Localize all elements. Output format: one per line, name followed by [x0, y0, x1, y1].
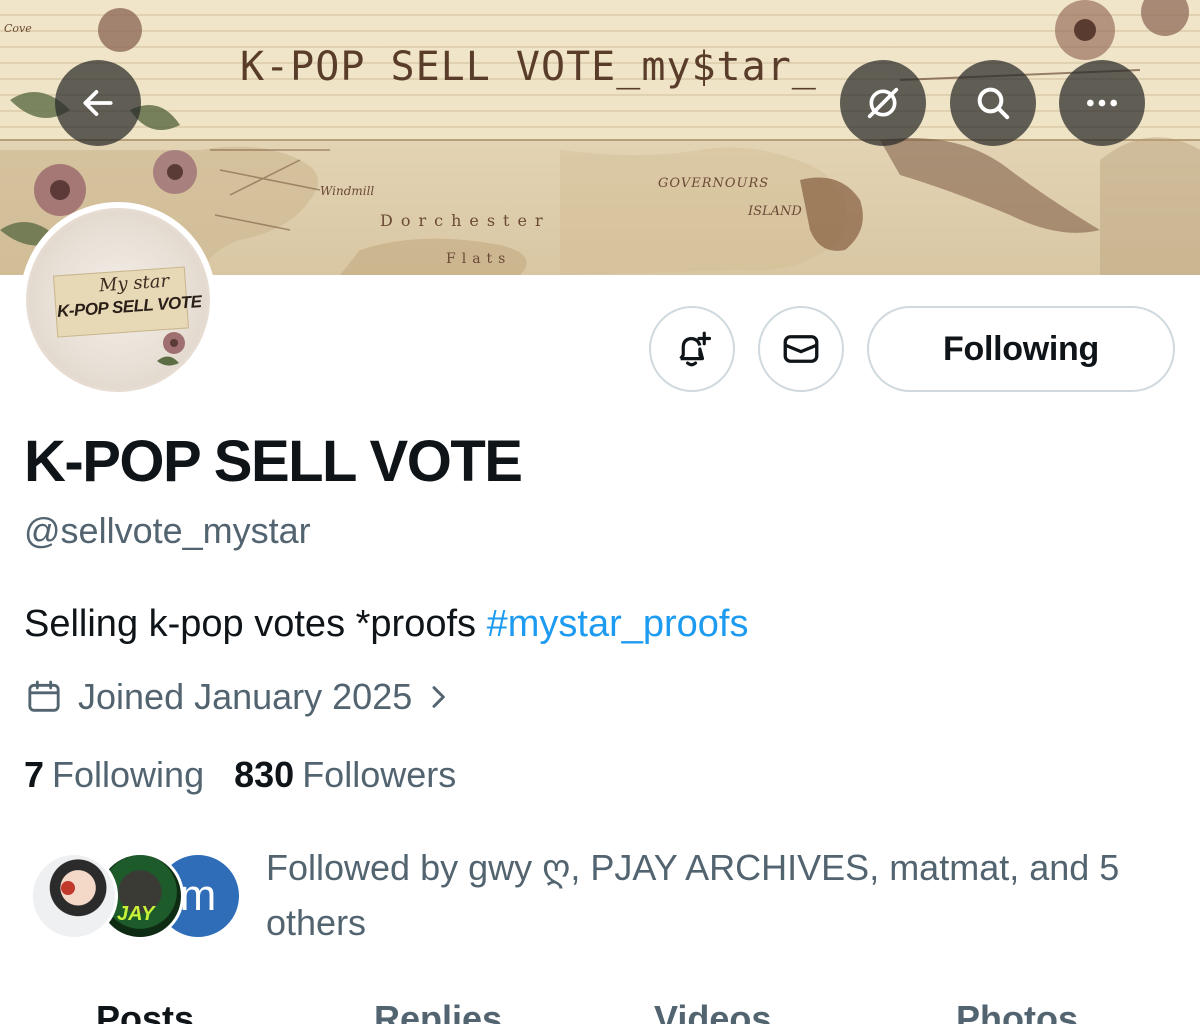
following-button[interactable]: Following — [867, 306, 1175, 392]
grok-icon — [867, 87, 899, 119]
envelope-icon — [783, 335, 819, 363]
notifications-button[interactable] — [649, 306, 735, 392]
bio-hashtag-link[interactable]: #mystar_proofs — [487, 603, 749, 645]
search-icon — [977, 87, 1010, 120]
profile-bio: Selling k-pop votes *proofs #mystar_proo… — [24, 603, 748, 646]
map-label-dorchester: Dorchester — [380, 211, 551, 230]
calendar-icon — [28, 680, 60, 712]
followers-stat[interactable]: 830 Followers — [234, 754, 456, 796]
arrow-left-icon — [83, 90, 113, 116]
tab-posts[interactable]: Posts — [96, 998, 194, 1024]
chevron-right-icon — [432, 686, 446, 708]
tab-replies[interactable]: Replies — [374, 998, 502, 1024]
joined-date: Joined January 2025 — [78, 676, 413, 717]
follower-avatar-2-text: JAY — [117, 903, 155, 925]
following-label: Following — [52, 754, 205, 795]
follow-stats: 7 Following 830 Followers — [24, 754, 456, 796]
follower-avatar-3-letter: m — [179, 871, 217, 920]
profile-tabs: Posts Replies Videos Photos — [0, 990, 1200, 1024]
back-button[interactable] — [55, 60, 141, 146]
user-handle: @sellvote_mystar — [24, 510, 311, 551]
avatar-rose-decoration — [157, 332, 185, 366]
bell-plus-icon — [679, 331, 712, 367]
display-name: K-POP SELL VOTE — [24, 429, 523, 494]
follower-avatar-1[interactable] — [30, 852, 118, 940]
following-stat[interactable]: 7 Following — [24, 754, 204, 796]
following-count: 7 — [24, 754, 45, 795]
bio-text: Selling k-pop votes *proofs — [24, 603, 487, 645]
grok-button[interactable] — [840, 60, 926, 146]
message-button[interactable] — [758, 306, 844, 392]
followers-count: 830 — [234, 754, 295, 795]
map-label-windmill: Windmill — [320, 184, 375, 198]
map-label-cove: Cove — [4, 22, 32, 35]
profile-avatar[interactable]: My star K-POP SELL VOTE — [20, 202, 216, 398]
search-button[interactable] — [950, 60, 1036, 146]
joined-date-row[interactable]: Joined January 2025 — [24, 674, 454, 720]
followers-label: Followers — [302, 754, 457, 795]
tab-photos[interactable]: Photos — [956, 998, 1078, 1024]
followed-by-text[interactable]: Followed by gwy ღ, PJAY ARCHIVES, matmat… — [266, 840, 1176, 950]
map-label-governours: GOVERNOURS — [658, 176, 770, 191]
tab-videos[interactable]: Videos — [654, 998, 771, 1024]
more-horizontal-icon — [1087, 99, 1117, 107]
more-button[interactable] — [1059, 60, 1145, 146]
map-label-island: ISLAND — [748, 204, 802, 219]
follower-avatar-1-accent — [61, 881, 75, 895]
banner-title: K-POP SELL VOTE_my$tar_ — [240, 44, 817, 90]
avatar-image: My star K-POP SELL VOTE — [26, 208, 210, 392]
map-label-flats: Flats — [446, 251, 512, 267]
